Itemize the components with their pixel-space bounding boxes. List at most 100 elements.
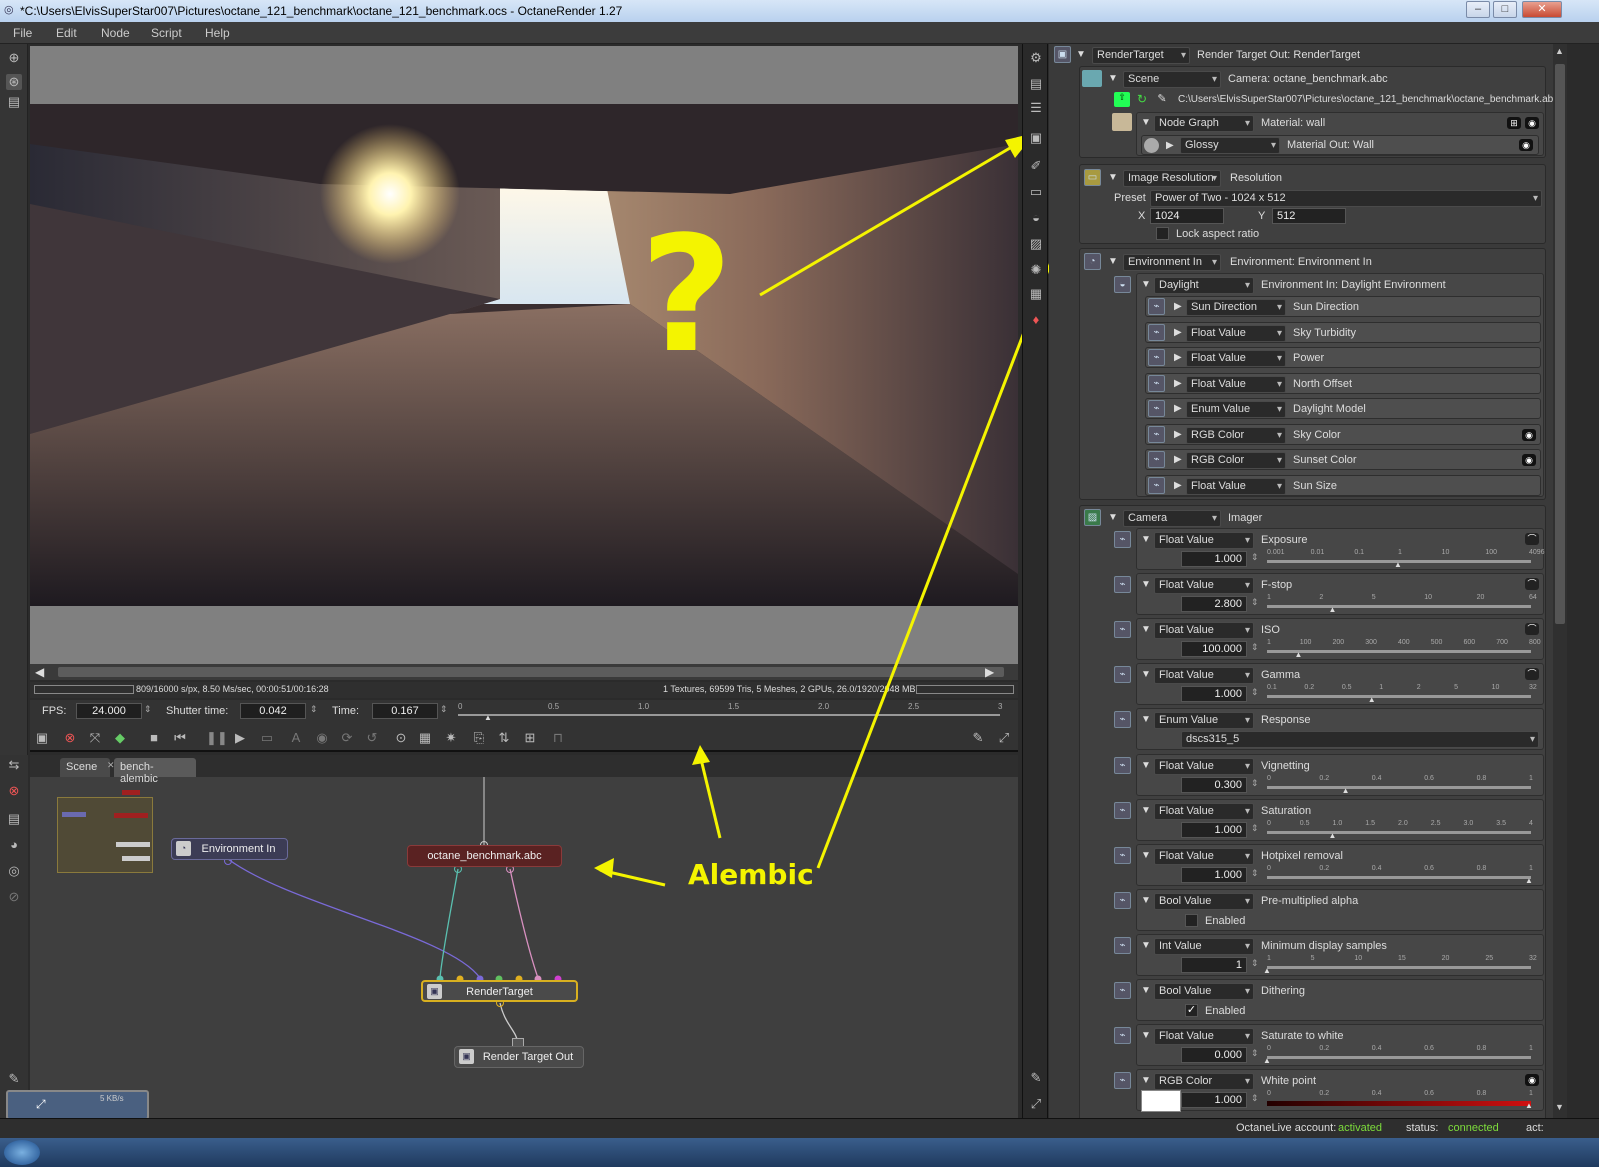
rendertarget-pin-icon[interactable]: ▣ <box>1054 46 1071 63</box>
param-type-combo[interactable]: Sun Direction <box>1186 299 1286 316</box>
nodegraph-eye-icon[interactable]: ◉ <box>1525 117 1539 129</box>
param-type-combo[interactable]: RGB Color <box>1186 452 1286 469</box>
focus-picker-icon[interactable]: ↺ <box>364 730 380 746</box>
param-type-icon[interactable]: ⌁ <box>1148 298 1165 315</box>
time-stepper-icon[interactable]: ⇕ <box>440 704 448 715</box>
imager-param-pin-icon[interactable]: ⌁ <box>1114 621 1131 639</box>
imager-param-slider[interactable]: 0 0.5 1.0 1.5 2.0 2.5 3.0 3.5 4 ▲ <box>1267 820 1533 840</box>
imager-param-type-combo[interactable]: Int Value <box>1154 937 1254 955</box>
nodegraph-collapse-icon[interactable]: ▼ <box>1141 117 1151 128</box>
fps-input[interactable]: 24.000 <box>76 703 142 719</box>
daylight-pin-icon[interactable]: ◒ <box>1114 276 1131 293</box>
restart-icon[interactable]: ⏮ <box>172 730 188 746</box>
glossy-combo[interactable]: Glossy <box>1180 137 1280 154</box>
imager-param-pin-icon[interactable]: ⌁ <box>1114 711 1131 729</box>
param-type-combo[interactable]: RGB Color <box>1186 426 1286 444</box>
imager-param-pin-icon[interactable]: ⌁ <box>1114 531 1131 548</box>
imager-param-slider[interactable]: 1 2 5 10 20 64 ▲ <box>1267 594 1537 614</box>
camera-combo[interactable]: Camera <box>1123 510 1221 527</box>
param-expand-icon[interactable]: ▶ <box>1174 403 1182 414</box>
param-expand-icon[interactable]: ▶ <box>1174 454 1182 465</box>
time-input[interactable]: 0.167 <box>372 703 438 719</box>
scroll-right-icon[interactable]: ▶ <box>985 665 994 679</box>
slider-handle[interactable]: ▲ <box>1525 1101 1533 1110</box>
imager-param-collapse-icon[interactable]: ▼ <box>1141 1075 1151 1086</box>
camera-collapse-icon[interactable]: ▼ <box>1108 512 1118 523</box>
imager-param-value-input[interactable]: 1 <box>1181 956 1247 973</box>
imager-param-pin-icon[interactable]: ⌁ <box>1114 891 1131 909</box>
imager-param-value-input[interactable]: 0.000 <box>1181 1047 1247 1064</box>
imager-param-type-combo[interactable]: Float Value <box>1154 667 1254 685</box>
scroll-up-icon[interactable]: ▲ <box>1555 46 1564 56</box>
imager-param-type-combo[interactable]: Float Value <box>1154 577 1254 595</box>
imager-param-slider[interactable]: 1 100 200 300 400 500 600 700 800 ▲ <box>1267 639 1541 659</box>
lock-icon[interactable]: ⊓ <box>550 730 566 746</box>
fit-view-icon[interactable]: ⤧ <box>87 730 103 746</box>
param-type-icon[interactable]: ⌁ <box>1148 476 1165 494</box>
menu-help[interactable]: Help <box>205 26 230 40</box>
imager-param-stepper-icon[interactable]: ⇕ <box>1251 687 1259 698</box>
checker-icon[interactable]: ▦ <box>1028 286 1044 302</box>
timeline-handle[interactable]: ▲ <box>484 713 492 722</box>
imager-param-collapse-icon[interactable]: ▼ <box>1141 624 1151 635</box>
imager-param-collapse-icon[interactable]: ▼ <box>1141 760 1151 771</box>
pause-icon[interactable]: ❚❚ <box>206 730 228 746</box>
scrollbar-thumb[interactable] <box>58 667 1004 677</box>
transfer-widget[interactable]: ⤢ 5 KB/s <box>6 1090 149 1120</box>
node-graph-editor[interactable]: Scene ✕ bench-alembic ◔ Environment In o… <box>6 755 1018 1125</box>
curve-icon[interactable]: ⌒ <box>1525 533 1539 545</box>
timeline-track[interactable] <box>458 714 1000 716</box>
imager-param-stepper-icon[interactable]: ⇕ <box>1251 597 1259 608</box>
imager-param-slider[interactable]: 0 0.2 0.4 0.6 0.8 1 ▲ <box>1263 1045 1533 1065</box>
globe-icon[interactable]: ◒ <box>1028 210 1044 226</box>
imager-param-stepper-icon[interactable]: ⇕ <box>1251 642 1259 653</box>
environment-pin-icon[interactable]: ◔ <box>1084 253 1101 270</box>
param-expand-icon[interactable]: ▶ <box>1174 378 1182 389</box>
shutter-stepper-icon[interactable]: ⇕ <box>310 704 318 715</box>
imager-param-collapse-icon[interactable]: ▼ <box>1141 985 1151 996</box>
glossy-expand-icon[interactable]: ▶ <box>1166 140 1174 151</box>
color-mode-icon[interactable]: ◆ <box>112 730 128 746</box>
node-graph-edit-icon[interactable]: ⊞ <box>1507 117 1521 129</box>
scroll-down-icon[interactable]: ▼ <box>1555 1102 1564 1112</box>
bool-checkbox[interactable] <box>1185 913 1198 927</box>
imager-param-pin-icon[interactable]: ⌁ <box>1114 801 1131 819</box>
param-type-combo[interactable]: Float Value <box>1186 324 1286 342</box>
grid-icon[interactable]: ▦ <box>417 730 433 746</box>
imager-param-type-combo[interactable]: Float Value <box>1154 532 1254 549</box>
fps-stepper-icon[interactable]: ⇕ <box>144 704 152 715</box>
scene-wrench-icon[interactable]: ✎ <box>1154 92 1170 107</box>
resolution-pin-icon[interactable]: ▭ <box>1084 169 1101 186</box>
slider-handle[interactable]: ▲ <box>1525 876 1533 885</box>
imager-param-value-input[interactable]: 1.000 <box>1181 1092 1247 1109</box>
stop-icon[interactable]: ■ <box>146 730 162 746</box>
param-type-icon[interactable]: ⌁ <box>1148 400 1165 417</box>
imager-param-collapse-icon[interactable]: ▼ <box>1141 579 1151 590</box>
param-expand-icon[interactable]: ▶ <box>1174 352 1182 363</box>
resolution-combo[interactable]: Image Resolution <box>1123 170 1221 187</box>
import-icon[interactable]: ⇅ <box>496 730 512 746</box>
imager-param-collapse-icon[interactable]: ▼ <box>1141 1030 1151 1041</box>
autofocus-icon[interactable]: A <box>288 730 304 746</box>
import-scene-icon[interactable]: ⇧ <box>1114 92 1130 107</box>
param-type-combo[interactable]: Enum Value <box>1186 401 1286 418</box>
timeline[interactable]: 0 0.5 1.0 1.5 2.0 2.5 3 ▲ <box>458 702 1003 722</box>
daylight-collapse-icon[interactable]: ▼ <box>1141 279 1151 290</box>
menu-file[interactable]: File <box>13 26 32 40</box>
shutter-input[interactable]: 0.042 <box>240 703 306 719</box>
imager-param-type-combo[interactable]: Float Value <box>1154 622 1254 640</box>
node-icon[interactable]: ⊘ <box>6 889 22 905</box>
play-icon[interactable]: ▶ <box>232 730 248 746</box>
imager-param-value-input[interactable]: 0.300 <box>1181 776 1247 793</box>
slider-handle[interactable]: ▲ <box>1294 650 1302 659</box>
slider-handle[interactable]: ▲ <box>1368 695 1376 704</box>
resolution-x-input[interactable]: 1024 <box>1150 208 1224 224</box>
slider-handle[interactable]: ▲ <box>1342 786 1350 795</box>
imager-param-value-input[interactable]: 1.000 <box>1181 821 1247 838</box>
minimize-button[interactable]: – <box>1466 1 1490 18</box>
curve-icon[interactable]: ⌒ <box>1525 668 1539 681</box>
menu-node[interactable]: Node <box>101 26 130 40</box>
list-icon[interactable]: ☰ <box>1028 100 1044 116</box>
delete-node-icon[interactable]: ⊗ <box>6 783 22 799</box>
film-icon[interactable]: ▤ <box>6 811 22 827</box>
